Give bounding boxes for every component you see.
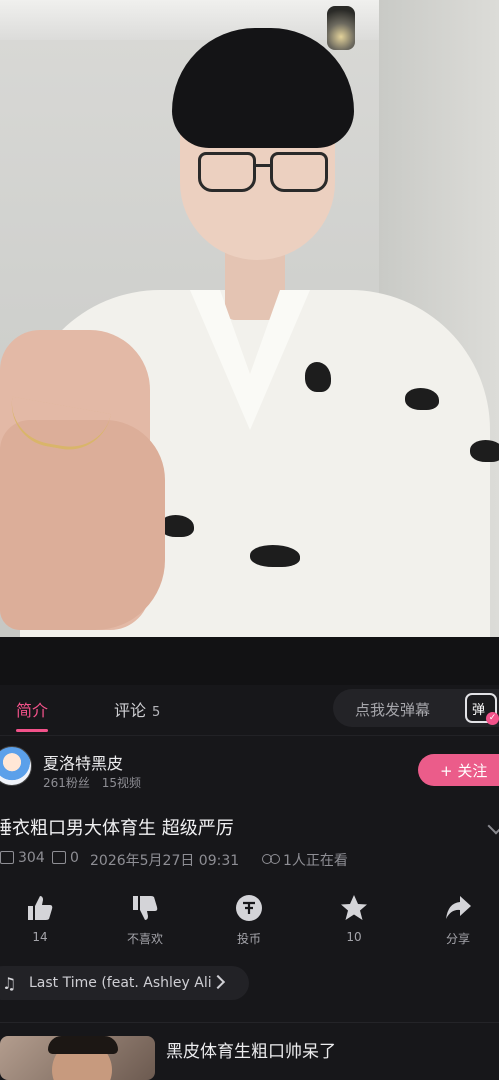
favorite-button[interactable]: 10 <box>319 893 389 944</box>
recommended-video-thumbnail[interactable] <box>0 1036 155 1080</box>
tab-comments[interactable]: 评论 5 <box>114 697 160 721</box>
like-count: 14 <box>32 930 48 944</box>
shirt-print <box>250 545 300 567</box>
chevron-down-icon[interactable] <box>487 817 499 835</box>
background-music[interactable]: ♫ Last Time (feat. Ashley Alisha) <box>0 966 249 1000</box>
video-lamp <box>327 6 355 50</box>
danmaku-toggle-button[interactable]: 弹 ✓ <box>465 693 499 725</box>
shirt-print <box>405 388 439 410</box>
tab-intro[interactable]: 简介 <box>16 697 48 721</box>
watching-count: 1人正在看 <box>283 853 348 869</box>
follow-button-label: + 关注 <box>440 762 488 780</box>
views-count: 304 <box>18 850 45 866</box>
share-button[interactable]: 分享 <box>423 893 493 947</box>
check-icon: ✓ <box>486 712 499 725</box>
uploader-stats: 261粉丝 15视频 <box>43 774 141 791</box>
thumbs-up-icon <box>28 896 53 920</box>
video-person-hair <box>172 28 354 148</box>
uploader-name[interactable]: 夏洛特黑皮 <box>43 750 123 774</box>
recommended-video-title[interactable]: 黑皮体育生粗口帅呆了 <box>166 1037 336 1062</box>
tab-comments-count: 5 <box>152 705 161 720</box>
video-progress-area <box>0 637 499 685</box>
dislike-button[interactable]: 不喜欢 <box>110 893 180 947</box>
danmaku-count-icon <box>52 851 66 864</box>
music-note-icon: ♫ <box>2 974 17 993</box>
share-label: 分享 <box>445 932 470 946</box>
shirt-print <box>305 362 331 392</box>
video-person-hand <box>0 420 165 630</box>
tab-intro-underline <box>16 729 48 732</box>
coin-icon <box>236 895 262 921</box>
uploader-followers: 261粉丝 <box>43 776 90 790</box>
dislike-label: 不喜欢 <box>126 932 163 946</box>
tab-comments-label: 评论 <box>114 701 147 720</box>
favorite-count: 10 <box>346 930 362 944</box>
people-icon <box>262 854 280 867</box>
divider <box>0 1022 499 1023</box>
video-player[interactable] <box>0 0 499 637</box>
avatar[interactable] <box>0 746 32 786</box>
video-title: 睡衣粗口男大体育生 超级严厉 <box>0 818 234 839</box>
star-icon <box>341 895 367 920</box>
share-icon <box>446 896 471 919</box>
thumbs-down-icon <box>133 896 158 920</box>
danmaku-placeholder: 点我发弹幕 <box>355 701 431 719</box>
uploader-videos: 15视频 <box>101 776 142 790</box>
coin-label: 投币 <box>236 932 261 946</box>
danmaku-count: 0 <box>70 850 79 866</box>
danmaku-stat: 0 <box>52 850 79 866</box>
music-title: Last Time (feat. Ashley Alisha) <box>29 975 211 991</box>
publish-date: 2026年5月27日 09:31 <box>90 853 240 869</box>
follow-button[interactable]: + 关注 <box>418 754 499 786</box>
coin-button[interactable]: 投币 <box>214 893 284 947</box>
watching-stat: 1人正在看 <box>262 850 348 870</box>
like-button[interactable]: 14 <box>5 893 75 944</box>
action-bar: 14 不喜欢 投币 10 分享 <box>0 893 499 953</box>
video-person-glasses <box>198 152 330 194</box>
views-stat: 304 <box>0 850 45 866</box>
chevron-right-icon <box>210 974 226 990</box>
shirt-print <box>470 440 499 462</box>
danmaku-toggle-icon: 弹 <box>472 703 486 718</box>
shirt-print <box>160 515 194 537</box>
play-count-icon <box>0 851 14 864</box>
